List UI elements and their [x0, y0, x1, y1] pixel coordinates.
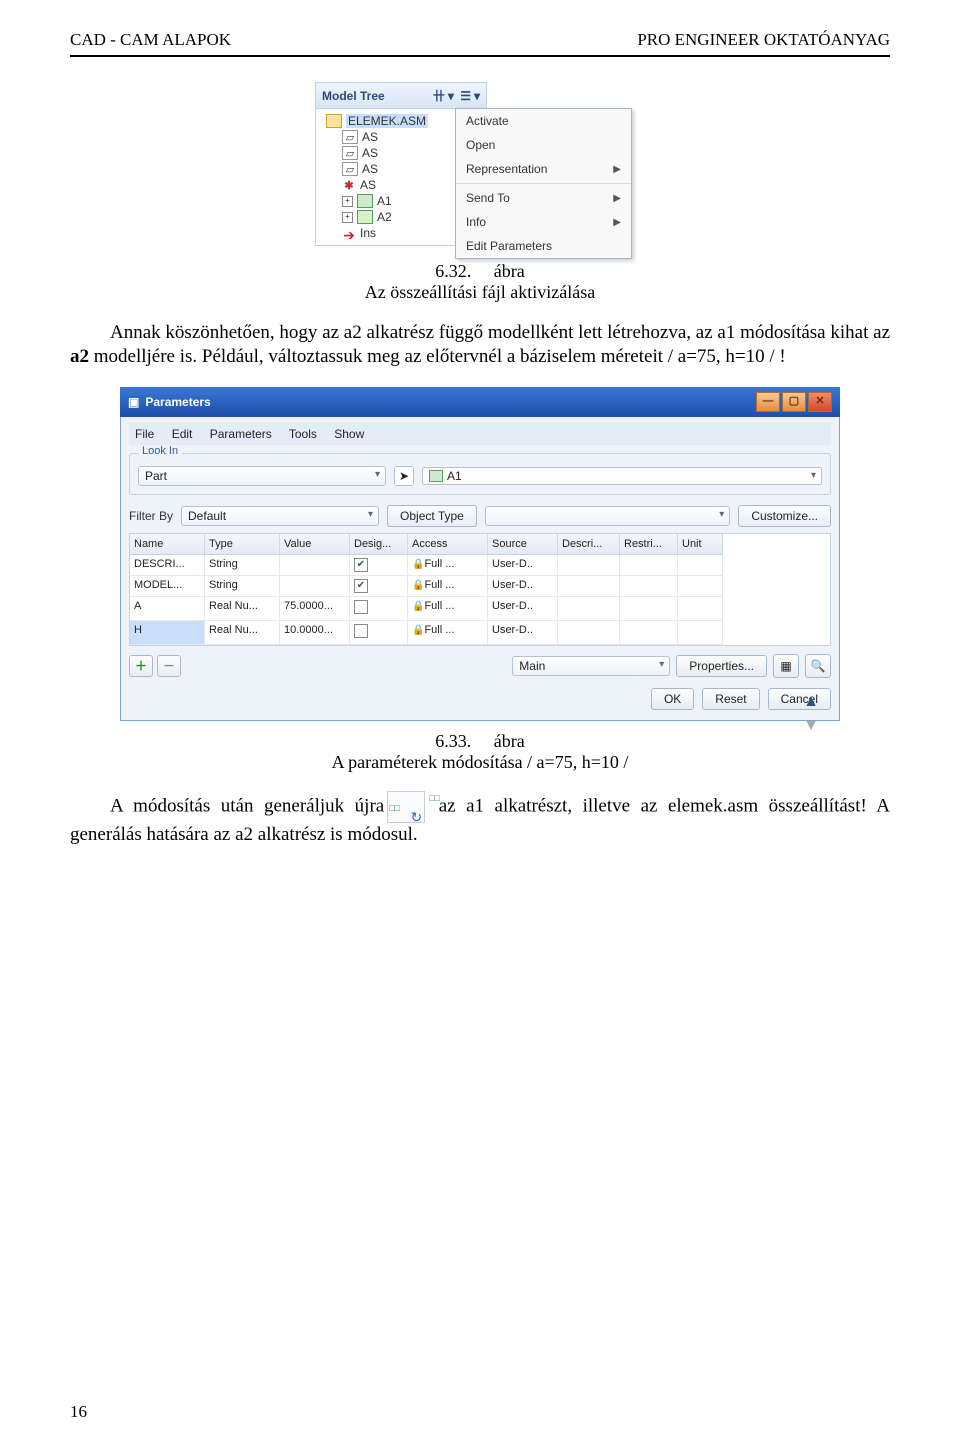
insert-arrow-icon: ➔ — [342, 227, 356, 239]
reset-button[interactable]: Reset — [702, 688, 759, 710]
regenerate-icon — [387, 791, 425, 823]
lookin-part-field[interactable]: A1 — [422, 467, 822, 485]
col-restr[interactable]: Restri... — [620, 534, 678, 555]
menu-open[interactable]: Open — [456, 133, 631, 157]
properties-button[interactable]: Properties... — [676, 655, 767, 677]
part-icon — [357, 194, 373, 208]
filterby-combo[interactable]: Default — [181, 506, 379, 526]
lookin-label: Look In — [138, 445, 182, 457]
pick-icon[interactable]: ➤ — [394, 466, 414, 486]
cancel-button[interactable]: Cancel — [768, 688, 831, 710]
figure-caption-2: 6.33. ábra A paraméterek módosítása / a=… — [70, 731, 890, 773]
table-row[interactable]: DESCRI...String✔🔒Full ...User-D.. — [130, 555, 830, 576]
object-type-combo[interactable] — [485, 506, 730, 526]
header-left: CAD - CAM ALAPOK — [70, 30, 231, 50]
page-header: CAD - CAM ALAPOK PRO ENGINEER OKTATÓANYA… — [70, 30, 890, 50]
model-tree-header: Model Tree 卄▾ ☰▾ — [316, 83, 486, 109]
menu-info[interactable]: Info▶ — [456, 210, 631, 234]
col-value[interactable]: Value — [280, 534, 350, 555]
main-combo[interactable]: Main — [512, 656, 670, 676]
table-row[interactable]: MODEL...String✔🔒Full ...User-D.. — [130, 576, 830, 597]
datum-plane-icon: ▱ — [342, 162, 358, 176]
col-desig[interactable]: Desig... — [350, 534, 408, 555]
screenshot-parameters-window: ▣Parameters —▢✕ File Edit Parameters Too… — [120, 387, 840, 721]
part-icon — [357, 210, 373, 224]
customize-button[interactable]: Customize... — [738, 505, 831, 527]
csys-icon: ✱ — [342, 179, 356, 191]
table-row[interactable]: AReal Nu...75.0000...🔒Full ...User-D.. — [130, 597, 830, 621]
submenu-arrow-icon: ▶ — [613, 193, 621, 204]
menu-parameters[interactable]: Parameters — [210, 427, 272, 441]
menu-file[interactable]: File — [135, 427, 154, 441]
dialog-buttons: OK Reset Cancel — [129, 688, 831, 710]
reorder-arrows: ▲ ▼ — [803, 693, 819, 735]
paragraph-1: Annak köszönhetően, hogy az a2 alkatrész… — [70, 321, 890, 369]
add-param-button[interactable]: ＋ — [129, 655, 153, 677]
menu-tools[interactable]: Tools — [289, 427, 317, 441]
maximize-button[interactable]: ▢ — [782, 392, 806, 412]
col-unit[interactable]: Unit — [678, 534, 723, 555]
remove-param-button[interactable]: － — [157, 655, 181, 677]
screenshot-model-tree: Model Tree 卄▾ ☰▾ ELEMEK.ASM ▱AS ▱AS ▱AS … — [315, 82, 645, 246]
menu-separator — [456, 183, 631, 184]
lookin-group: Look In Part ➤ A1 — [129, 453, 831, 495]
col-name[interactable]: Name — [130, 534, 205, 555]
move-up-icon[interactable]: ▲ — [803, 693, 819, 711]
menubar: File Edit Parameters Tools Show — [129, 423, 831, 445]
parameters-table: Name Type Value Desig... Access Source D… — [129, 533, 831, 646]
context-menu: Activate Open Representation▶ Send To▶ I… — [455, 108, 632, 259]
model-tree-title: Model Tree — [322, 89, 385, 103]
menu-activate[interactable]: Activate — [456, 109, 631, 133]
minimize-button[interactable]: — — [756, 392, 780, 412]
figure-caption-1: 6.32. ábra Az összeállítási fájl aktiviz… — [70, 261, 890, 303]
filter-icon[interactable]: 卄 — [433, 89, 445, 103]
window-icon: ▣ — [128, 395, 139, 409]
part-icon — [429, 470, 443, 482]
submenu-arrow-icon: ▶ — [613, 164, 621, 175]
move-down-icon[interactable]: ▼ — [803, 717, 819, 735]
expander-icon[interactable]: + — [342, 212, 353, 223]
columns-icon[interactable]: ▦ — [773, 654, 799, 678]
header-right: PRO ENGINEER OKTATÓANYAG — [637, 30, 890, 50]
window-controls: —▢✕ — [754, 392, 832, 412]
dropdown-icon[interactable]: ▾ — [474, 89, 480, 103]
menu-show[interactable]: Show — [334, 427, 364, 441]
menu-sendto[interactable]: Send To▶ — [456, 186, 631, 210]
window-titlebar: ▣Parameters —▢✕ — [120, 387, 840, 417]
table-header: Name Type Value Desig... Access Source D… — [130, 534, 830, 555]
dropdown-icon[interactable]: ▾ — [448, 89, 454, 103]
ok-button[interactable]: OK — [651, 688, 694, 710]
filterby-label: Filter By — [129, 509, 173, 523]
menu-representation[interactable]: Representation▶ — [456, 157, 631, 181]
datum-plane-icon: ▱ — [342, 130, 358, 144]
window-title: ▣Parameters — [128, 395, 211, 409]
object-type-button[interactable]: Object Type — [387, 505, 477, 527]
datum-plane-icon: ▱ — [342, 146, 358, 160]
col-descr[interactable]: Descri... — [558, 534, 620, 555]
table-footer: ＋ － Main Properties... ▦ 🔍 — [129, 654, 831, 678]
assembly-icon — [326, 114, 342, 128]
col-access[interactable]: Access — [408, 534, 488, 555]
find-icon[interactable]: 🔍 — [805, 654, 831, 678]
menu-edit[interactable]: Edit — [172, 427, 193, 441]
table-row[interactable]: HReal Nu...10.0000...🔒Full ...User-D.. — [130, 621, 830, 645]
page-number: 16 — [70, 1402, 87, 1422]
model-tree-toolbar: 卄▾ ☰▾ — [430, 87, 480, 104]
col-source[interactable]: Source — [488, 534, 558, 555]
menu-editparameters[interactable]: Edit Parameters — [456, 234, 631, 258]
submenu-arrow-icon: ▶ — [613, 217, 621, 228]
list-icon[interactable]: ☰ — [460, 89, 471, 103]
close-button[interactable]: ✕ — [808, 392, 832, 412]
col-type[interactable]: Type — [205, 534, 280, 555]
expander-icon[interactable]: + — [342, 196, 353, 207]
paragraph-2: A módosítás után generáljuk újra az a1 a… — [70, 791, 890, 847]
lookin-combo[interactable]: Part — [138, 466, 386, 486]
header-rule — [70, 55, 890, 57]
